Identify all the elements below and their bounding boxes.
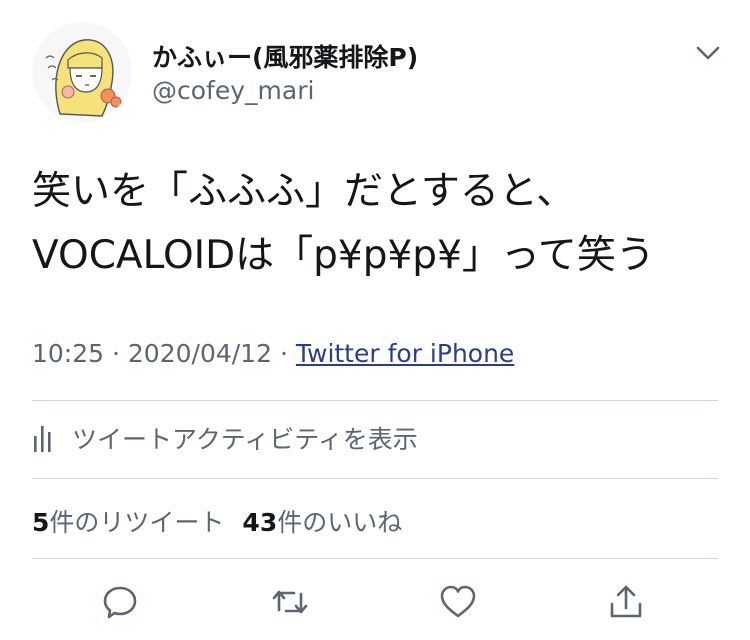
divider bbox=[32, 400, 718, 401]
like-count-number: 43 bbox=[242, 508, 278, 537]
retweet-button[interactable] bbox=[270, 582, 310, 622]
retweet-arrows-icon bbox=[272, 590, 308, 614]
heart-icon bbox=[440, 585, 476, 618]
view-tweet-activity-button[interactable]: ツイートアクティビティを表示 bbox=[32, 418, 418, 458]
tweet-time: 10:25 bbox=[32, 339, 105, 368]
share-button[interactable] bbox=[606, 582, 646, 622]
tweet-meta: 10:25 · 2020/04/12 · Twitter for iPhone bbox=[32, 339, 514, 368]
author-handle[interactable]: @cofey_mari bbox=[152, 76, 314, 105]
divider bbox=[32, 478, 718, 479]
tweet-text-line: VOCALOIDは「p¥p¥p¥」って笑う bbox=[32, 233, 655, 278]
avatar-illustration bbox=[32, 22, 132, 122]
tweet-date: 2020/04/12 bbox=[127, 339, 272, 368]
tweet-text: 笑いを「ふふふ」だとすると、 VOCALOIDは「p¥p¥p¥」って笑う bbox=[32, 160, 722, 288]
like-button[interactable] bbox=[438, 582, 478, 622]
retweet-count[interactable]: 5件のリツイート bbox=[32, 508, 224, 537]
engagement-stats: 5件のリツイート 43件のいいね bbox=[32, 503, 402, 539]
meta-separator: · bbox=[279, 339, 288, 368]
comment-bubble-icon bbox=[103, 586, 137, 619]
bar-chart-icon bbox=[34, 426, 51, 452]
tweet-source-link[interactable]: Twitter for iPhone bbox=[296, 339, 514, 368]
share-upload-icon bbox=[610, 585, 642, 618]
retweet-count-label: 件のリツイート bbox=[49, 508, 225, 537]
reply-button[interactable] bbox=[100, 582, 140, 622]
meta-separator: · bbox=[112, 339, 120, 368]
view-tweet-activity-label: ツイートアクティビティを表示 bbox=[72, 425, 418, 454]
author-display-name[interactable]: かふぃー(風邪薬排除P) bbox=[152, 38, 418, 74]
retweet-count-number: 5 bbox=[32, 508, 50, 537]
divider bbox=[32, 558, 718, 559]
tweet-detail-page: かふぃー(風邪薬排除P) @cofey_mari 笑いを「ふふふ」だとすると、 … bbox=[0, 0, 750, 640]
chevron-down-icon[interactable] bbox=[694, 42, 722, 64]
like-count-label: 件のいいね bbox=[277, 508, 403, 537]
tweet-text-line: 笑いを「ふふふ」だとすると、 bbox=[32, 169, 576, 214]
avatar[interactable] bbox=[32, 22, 132, 122]
like-count[interactable]: 43件のいいね bbox=[242, 508, 402, 537]
